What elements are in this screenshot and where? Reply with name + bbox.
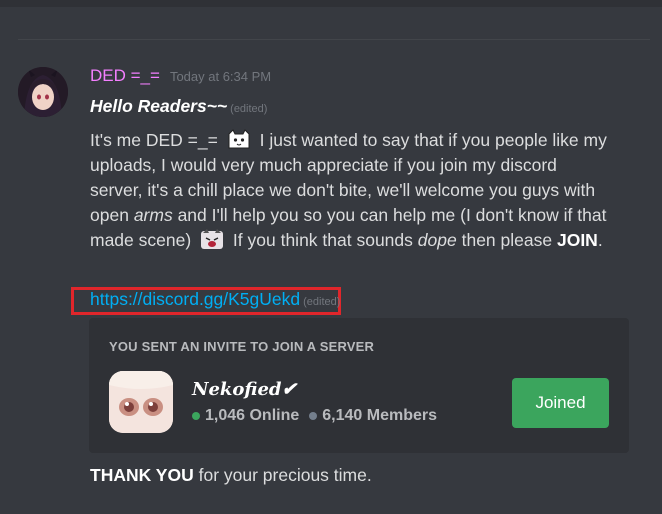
- message-header: DED =_= Today at 6:34 PM: [90, 66, 271, 90]
- server-stats: 1,046 Online 6,140 Members: [192, 407, 437, 425]
- joined-button[interactable]: Joined: [512, 378, 609, 428]
- thanks-text: for your precious time.: [198, 465, 372, 485]
- server-icon[interactable]: [109, 371, 173, 433]
- cat-emoji-icon[interactable]: [226, 128, 252, 150]
- thanks-bold: THANK YOU: [90, 465, 194, 485]
- message-paragraph: It's me DED =_= I just wanted to say tha…: [90, 128, 610, 253]
- invite-heading: YOU SENT AN INVITE TO JOIN A SERVER: [109, 339, 375, 354]
- edited-label: (edited): [230, 103, 268, 115]
- greeting-line: Hello Readers~~ (edited): [90, 94, 610, 122]
- greeting-text: Hello Readers~~: [90, 96, 228, 116]
- top-bar: [0, 0, 662, 7]
- angry-cat-emoji-icon[interactable]: [199, 228, 225, 250]
- members-status-dot: [309, 412, 318, 420]
- message-divider: [18, 39, 650, 40]
- message-text-1: It's me DED =_=: [90, 130, 218, 150]
- link-edited-label: (edited): [303, 296, 341, 308]
- server-invite-card: YOU SENT AN INVITE TO JOIN A SERVER Neko…: [89, 318, 629, 453]
- link-line: https://discord.gg/K5gUekd (edited): [90, 289, 340, 313]
- message-text-4: If you think that sounds: [232, 230, 413, 250]
- avatar-image: [18, 67, 68, 117]
- invite-link[interactable]: https://discord.gg/K5gUekd: [90, 289, 300, 310]
- message-timestamp: Today at 6:34 PM: [169, 69, 272, 84]
- avatar[interactable]: [18, 67, 68, 117]
- message-text-5: then please: [461, 230, 553, 250]
- online-count: 1,046 Online: [205, 407, 300, 424]
- thanks-line: THANK YOU for your precious time.: [90, 463, 372, 488]
- message-text-join: JOIN: [556, 230, 598, 250]
- member-count: 6,140 Members: [322, 407, 437, 424]
- username[interactable]: DED =_=: [90, 66, 160, 86]
- online-status-dot: [192, 412, 200, 420]
- message-body: Hello Readers~~ (edited) It's me DED =_= …: [90, 94, 610, 253]
- message-text-6: .: [597, 230, 603, 250]
- message-text-dope: dope: [417, 230, 457, 250]
- message-text-arms: arms: [133, 205, 173, 225]
- server-name: Nekofied✔: [192, 379, 297, 400]
